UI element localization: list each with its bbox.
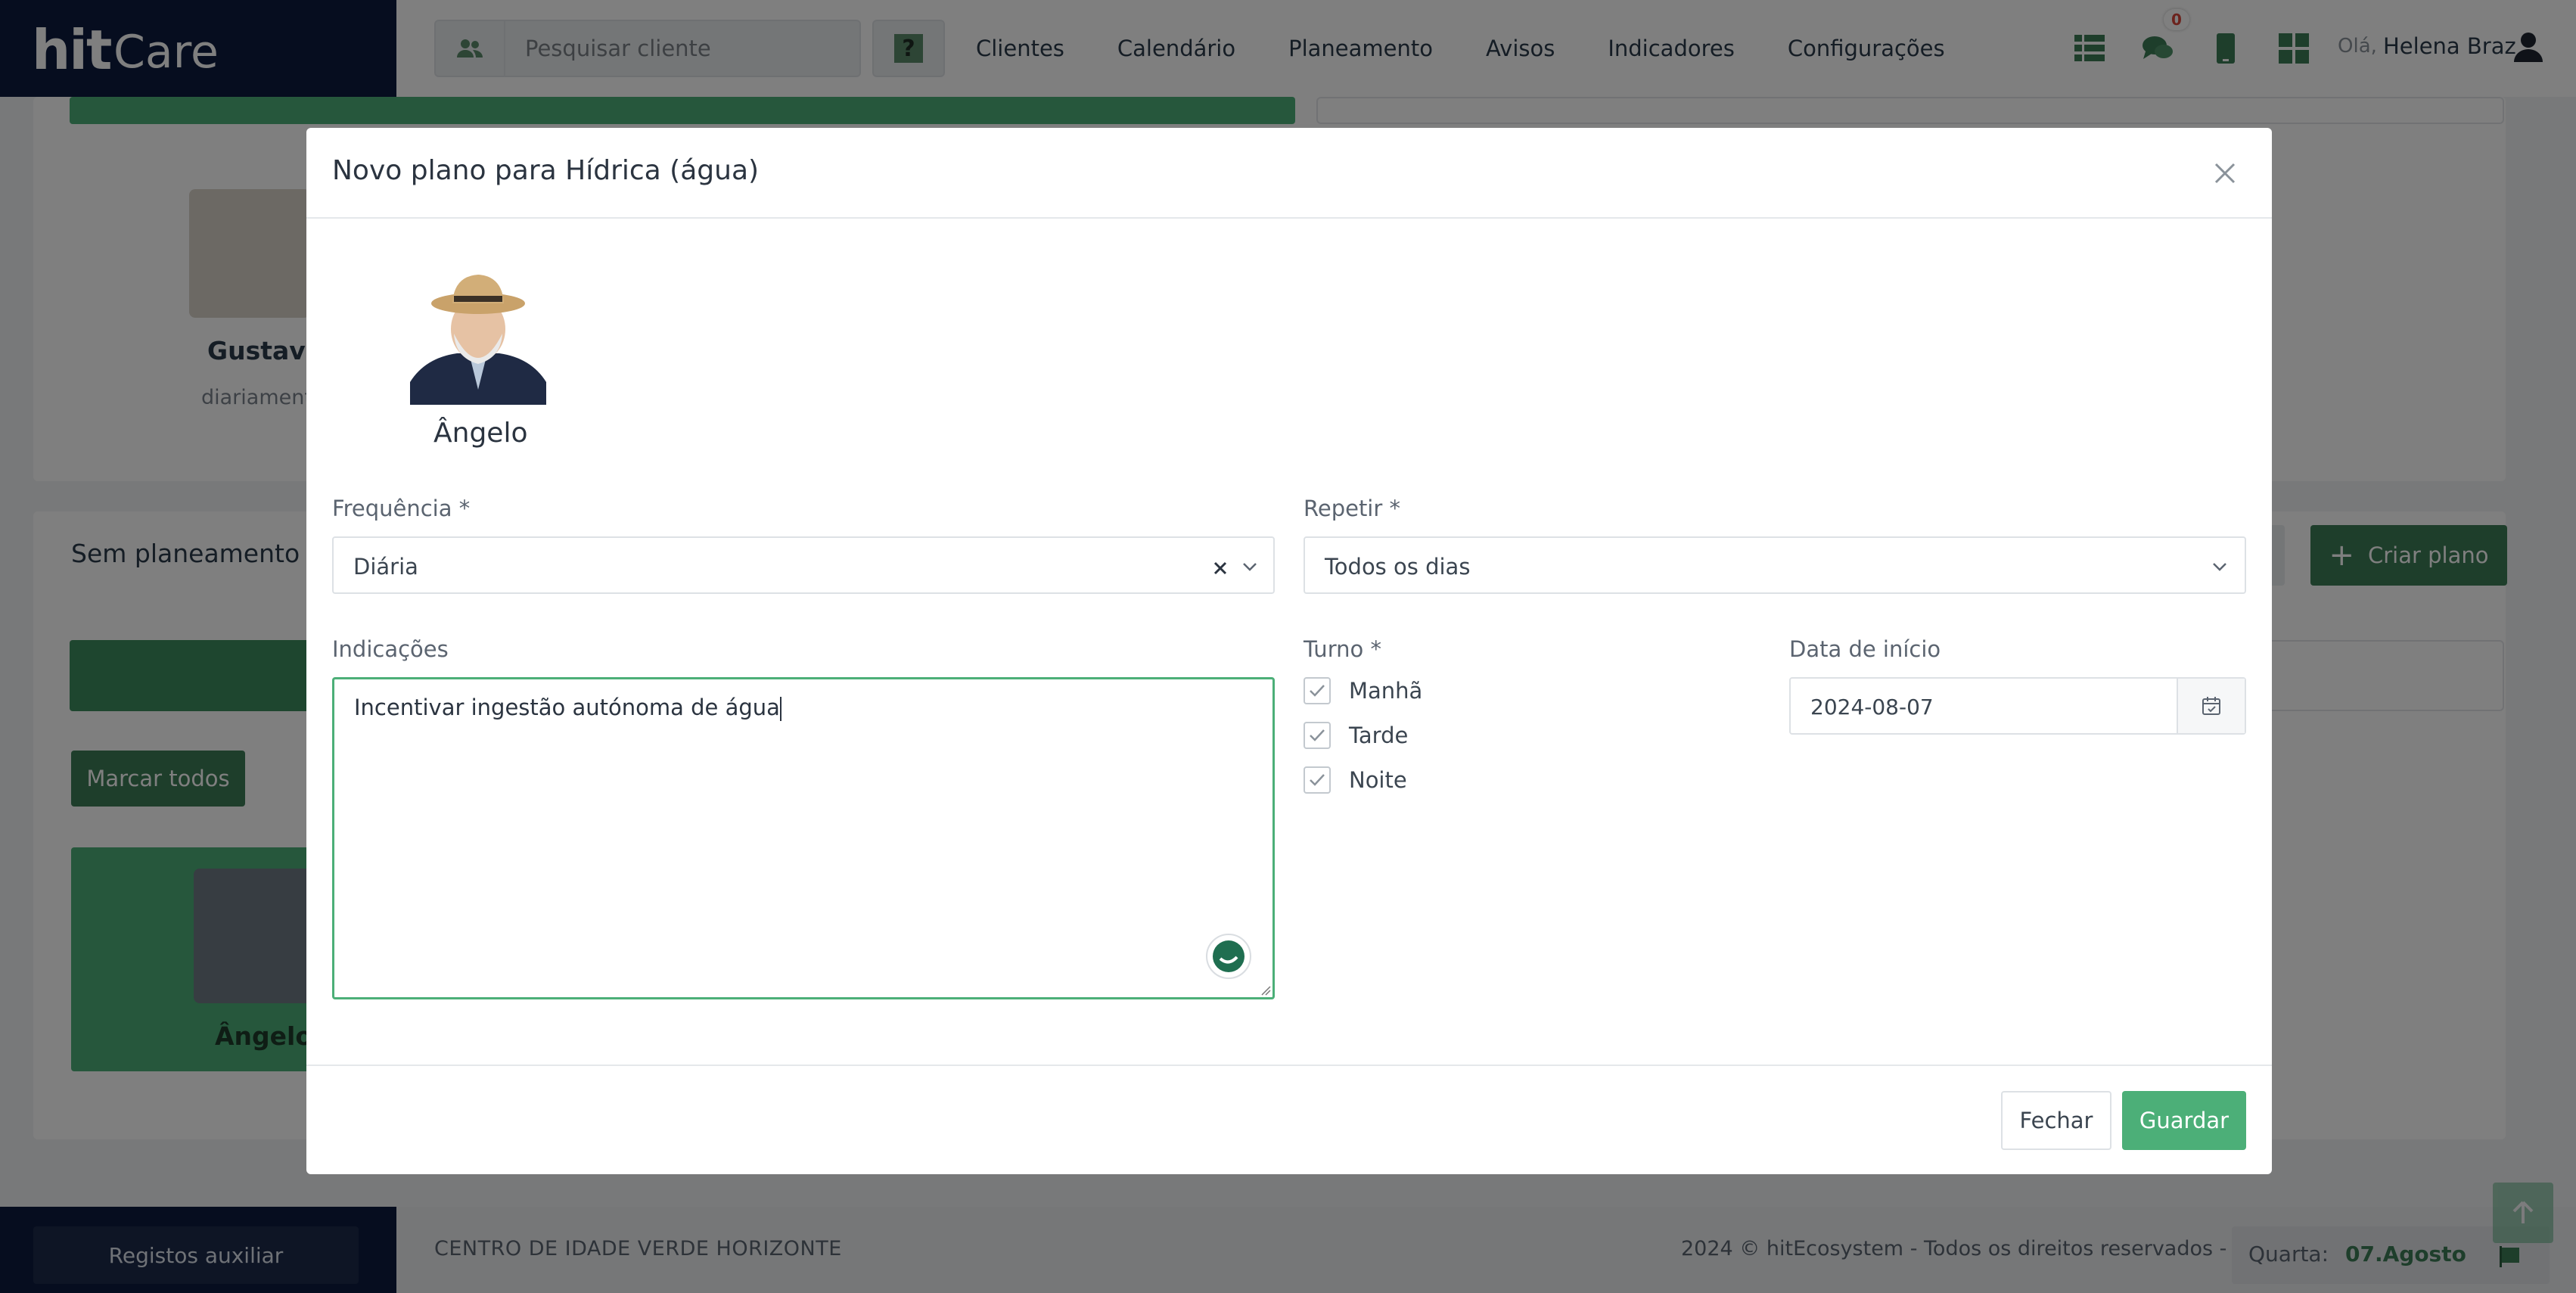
shift-label: Turno *: [1304, 636, 1381, 662]
close-button[interactable]: Fechar: [2001, 1091, 2111, 1150]
resize-handle-icon[interactable]: [1260, 985, 1271, 996]
chevron-down-icon: [2213, 563, 2226, 571]
modal-header: Novo plano para Hídrica (água): [306, 128, 2272, 219]
shift-option-night[interactable]: Noite: [1304, 765, 1407, 795]
indications-textarea[interactable]: Incentivar ingestão autónoma de água: [332, 677, 1275, 999]
modal-footer: [306, 1065, 2272, 1174]
shift-morning-label: Manhã: [1349, 678, 1423, 704]
indications-value: Incentivar ingestão autónoma de água: [354, 695, 780, 720]
indications-text: Incentivar ingestão autónoma de água: [354, 695, 782, 721]
grammar-assistant-icon[interactable]: [1206, 934, 1251, 979]
start-date-value: 2024-08-07: [1810, 695, 1934, 720]
text-cursor: [779, 697, 782, 721]
shift-afternoon-label: Tarde: [1349, 723, 1409, 748]
clear-icon[interactable]: [1213, 561, 1228, 576]
chevron-down-icon: [1243, 563, 1257, 571]
shift-night-label: Noite: [1349, 767, 1407, 793]
checkbox-night[interactable]: [1304, 766, 1331, 794]
client-name: Ângelo: [433, 418, 528, 449]
frequency-select[interactable]: Diária: [332, 536, 1275, 594]
frequency-label: Frequência *: [332, 496, 471, 521]
checkbox-morning[interactable]: [1304, 677, 1331, 704]
checkbox-afternoon[interactable]: [1304, 722, 1331, 749]
calendar-icon: [2202, 697, 2220, 715]
repeat-label: Repetir *: [1304, 496, 1401, 521]
indications-label: Indicações: [332, 636, 449, 662]
check-icon: [1310, 729, 1325, 741]
save-button[interactable]: Guardar: [2122, 1091, 2246, 1150]
client-avatar: [410, 269, 546, 405]
modal-title: Novo plano para Hídrica (água): [332, 155, 760, 186]
shift-option-morning[interactable]: Manhã: [1304, 676, 1422, 706]
frequency-value: Diária: [353, 554, 418, 580]
shift-option-afternoon[interactable]: Tarde: [1304, 720, 1408, 751]
start-date-label: Data de início: [1789, 636, 1941, 662]
check-icon: [1310, 685, 1325, 697]
repeat-select[interactable]: Todos os dias: [1304, 536, 2246, 594]
repeat-value: Todos os dias: [1325, 554, 1471, 580]
close-icon[interactable]: [2213, 161, 2237, 185]
calendar-button[interactable]: [2177, 679, 2245, 733]
start-date-input[interactable]: 2024-08-07: [1789, 677, 2246, 735]
check-icon: [1310, 774, 1325, 786]
new-plan-modal: Novo plano para Hídrica (água) Ângelo Fr…: [306, 128, 2272, 1174]
